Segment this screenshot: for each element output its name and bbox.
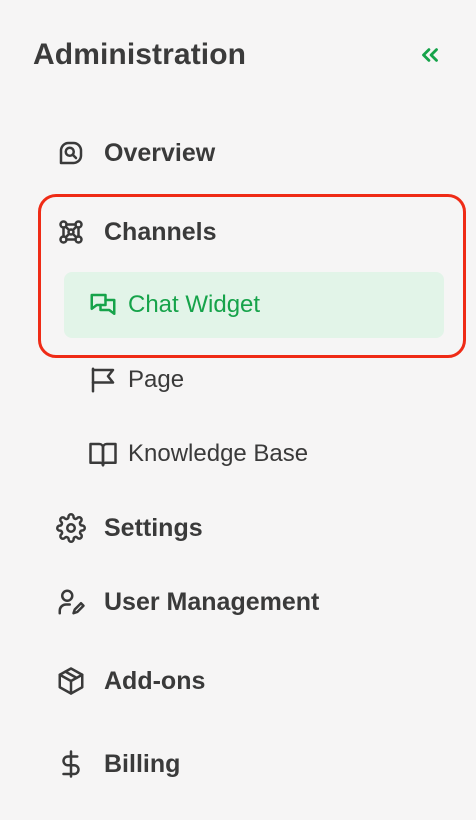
user-edit-icon [56,587,86,617]
overview-icon [56,138,86,168]
sidebar-item-label: Add-ons [104,666,206,695]
sidebar-item-overview[interactable]: Overview [56,133,215,173]
sidebar-subitem-label: Page [128,366,185,393]
sidebar-item-label: Overview [104,138,216,167]
book-icon [88,439,118,469]
sidebar-item-add-ons[interactable]: Add-ons [56,661,205,701]
sidebar-item-user-management[interactable]: User Management [56,582,319,622]
sidebar-subitem-chat-widget[interactable]: Chat Widget [88,285,260,325]
sidebar-header: Administration [33,36,453,78]
gear-icon [56,513,86,543]
channels-icon [56,217,86,247]
sidebar-item-channels[interactable]: Channels [56,212,217,252]
sidebar-subitem-knowledge-base[interactable]: Knowledge Base [88,434,308,474]
sidebar-item-label: User Management [104,587,320,616]
sidebar-subitem-page[interactable]: Page [88,360,184,400]
admin-sidebar: Administration Overview Channels Chat Wi… [0,0,476,820]
sidebar-item-label: Channels [104,217,217,246]
chevrons-left-icon [417,42,443,68]
sidebar-subitem-label: Knowledge Base [128,440,309,467]
package-icon [56,666,86,696]
sidebar-item-label: Settings [104,513,203,542]
sidebar-subitem-label: Chat Widget [128,291,261,318]
sidebar-item-billing[interactable]: Billing [56,744,180,784]
collapse-sidebar-button[interactable] [417,42,443,68]
sidebar-title: Administration [33,38,247,71]
flag-icon [88,365,118,395]
chat-bubbles-icon [88,290,118,320]
sidebar-item-settings[interactable]: Settings [56,508,203,548]
dollar-icon [56,749,86,779]
sidebar-item-label: Billing [104,749,181,778]
